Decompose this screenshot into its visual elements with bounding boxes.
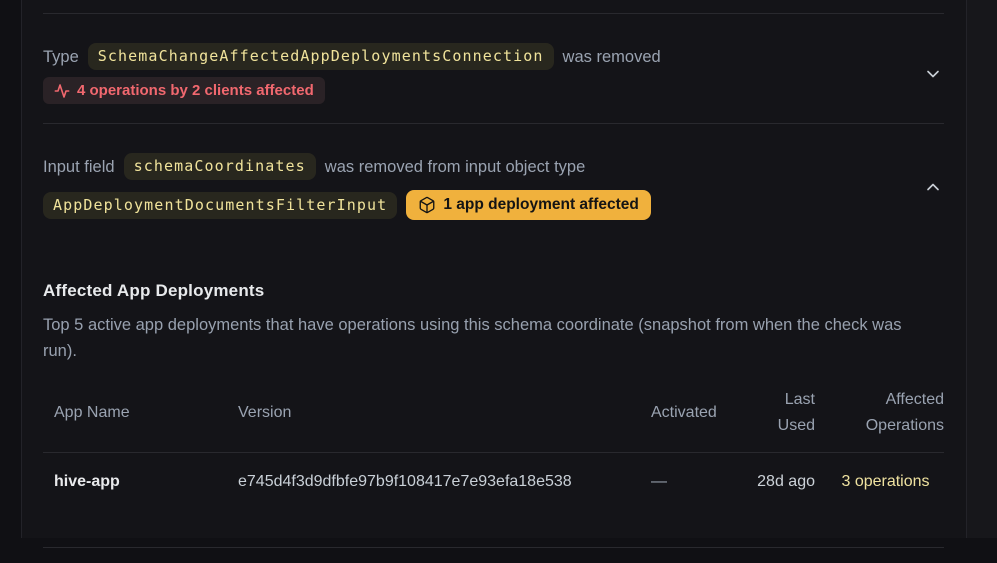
cell-app-name: hive-app (43, 453, 238, 548)
change-item-input-field-removed: Input field schemaCoordinates was remove… (43, 123, 944, 547)
activity-pulse-icon (54, 83, 70, 99)
header-activated: Activated (651, 374, 749, 453)
change-header[interactable]: Input field schemaCoordinates was remove… (43, 124, 944, 239)
header-affected-operations: Affected Operations (827, 374, 944, 453)
operations-affected-badge[interactable]: 4 operations by 2 clients affected (43, 77, 325, 104)
right-gutter (967, 0, 997, 538)
input-type-chip: AppDeploymentDocumentsFilterInput (43, 192, 397, 219)
change-summary: Input field schemaCoordinates was remove… (43, 153, 922, 220)
affected-app-deployments-section: Affected App Deployments Top 5 active ap… (43, 281, 944, 547)
change-item-type-removed: Type SchemaChangeAffectedAppDeploymentsC… (43, 13, 944, 123)
deployments-table: App Name Version Activated Last Used Aff… (43, 374, 944, 547)
field-name-chip: schemaCoordinates (124, 153, 316, 180)
box-package-icon (418, 196, 436, 214)
change-prefix: Type (43, 45, 79, 69)
change-header[interactable]: Type SchemaChangeAffectedAppDeploymentsC… (43, 14, 944, 123)
table-row: hive-app e745d4f3d9dfbfe97b9f108417e7e93… (43, 453, 944, 548)
change-suffix: was removed (563, 45, 661, 69)
header-version: Version (238, 374, 651, 453)
cell-affected-operations: 3 operations (827, 453, 944, 548)
operations-count-link[interactable]: 3 operations (827, 469, 944, 494)
table-header-row: App Name Version Activated Last Used Aff… (43, 374, 944, 453)
header-last-used: Last Used (749, 374, 827, 453)
change-summary: Type SchemaChangeAffectedAppDeploymentsC… (43, 43, 922, 104)
cell-version: e745d4f3d9dfbfe97b9f108417e7e93efa18e538 (238, 453, 651, 548)
chevron-up-icon[interactable] (922, 176, 944, 198)
schema-changes-panel: Type SchemaChangeAffectedAppDeploymentsC… (21, 0, 967, 538)
section-title: Affected App Deployments (43, 281, 944, 301)
operations-affected-label: 4 operations by 2 clients affected (77, 81, 314, 100)
app-deployment-affected-badge[interactable]: 1 app deployment affected (406, 190, 651, 220)
section-description: Top 5 active app deployments that have o… (43, 312, 933, 364)
type-name-chip: SchemaChangeAffectedAppDeploymentsConnec… (88, 43, 554, 70)
cell-last-used: 28d ago (749, 453, 827, 548)
header-app-name: App Name (43, 374, 238, 453)
chevron-down-icon[interactable] (922, 63, 944, 85)
next-change-divider (43, 547, 944, 563)
app-deployment-affected-label: 1 app deployment affected (443, 195, 639, 215)
change-prefix: Input field (43, 155, 115, 179)
cell-activated: — (651, 453, 749, 548)
change-suffix: was removed from input object type (325, 155, 585, 179)
